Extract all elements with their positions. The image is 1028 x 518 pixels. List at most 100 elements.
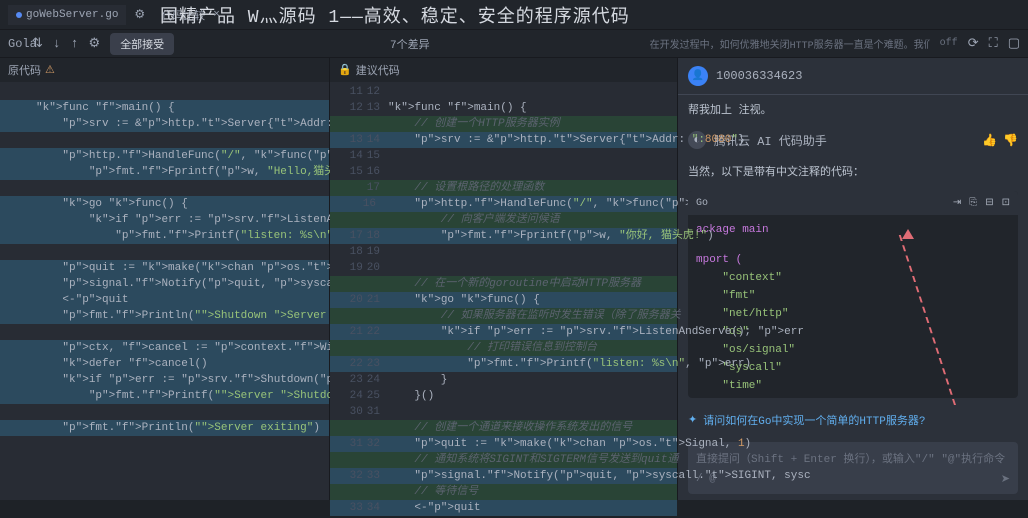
code-line: "p">quit := "k">make("k">chan "p">os."t"… [0, 260, 329, 276]
code-line: 2122 "k">if "p">err := "p">srv."f">Liste… [330, 324, 677, 340]
code-line: "p">fmt."f">Println("">Server exiting") [0, 420, 329, 436]
code-line: 1415 [330, 148, 677, 164]
maximize-icon[interactable]: ▢ [1008, 36, 1020, 51]
code-line: "net/http" [696, 305, 1010, 323]
code-line: // 在一个新的goroutine中启动HTTP服务器 [330, 276, 677, 292]
code-line: // 打印错误信息到控制台 [330, 340, 677, 356]
code-line: "context" [696, 269, 1010, 287]
gear-icon[interactable]: ⚙ [134, 7, 145, 22]
apply-icon[interactable]: ⊡ [1002, 197, 1010, 209]
original-header: 原代码 ⚠ [0, 58, 329, 82]
user-header: 👤 100036334623 [678, 58, 1028, 95]
code-line: mport ( [696, 251, 1010, 269]
thumbs-up-icon[interactable]: 👍 [982, 133, 997, 148]
code-line: "k">go "k">func() { [0, 196, 329, 212]
code-line: // 创建一个HTTP服务器实例 [330, 116, 677, 132]
code-line: "k">if "p">err := "p">srv."f">ListenAndS… [0, 212, 329, 228]
sparkle-icon: ✦ [688, 413, 697, 427]
code-line: 1516 [330, 164, 677, 180]
copy-icon[interactable]: ⎘ [969, 197, 977, 209]
code-line: "k">func "f">main() { [0, 100, 329, 116]
thumbs-down-icon[interactable]: 👎 [1003, 133, 1018, 148]
expand-icon[interactable]: ⛶ [989, 36, 998, 51]
original-label: 原代码 [8, 62, 41, 78]
lock-icon: 🔒 [338, 63, 352, 77]
context-text: 在开发过程中，如何优雅地关闭HTTP服务器一直是个难题。我们需要一种... [650, 36, 930, 52]
code-line: // 如果服务器在监听时发生错误（除了服务器关 [330, 308, 677, 324]
code-line: "p">fmt."f">Fprintf("p">w, "Hello,猫头虎!") [0, 164, 329, 180]
main-area: 原代码 ⚠ "k">func "f">main() { "p">srv := &… [0, 58, 1028, 500]
warning-icon: ⚠ [45, 63, 55, 77]
ai-panel: 👤 100036334623 帮我加上 注视。 ◐ 腾讯云 AI 代码助手 👍 … [678, 58, 1028, 500]
user-id: 100036334623 [716, 69, 802, 83]
code-line: 17 // 设置根路径的处理函数 [330, 180, 677, 196]
code-line: // 等待信号 [330, 484, 677, 500]
code-line: "p">signal."f">Notify("p">quit, "p">sysc… [0, 276, 329, 292]
code-line: 2223 "p">fmt."f">Printf("listen: %s\n", … [330, 356, 677, 372]
code-line: 3031 [330, 404, 677, 420]
diff-icon[interactable]: ⊟ [985, 197, 993, 209]
code-line: 2324 } [330, 372, 677, 388]
code-line: 1920 [330, 260, 677, 276]
off-label: off [940, 38, 958, 49]
code-line: "p">fmt."f">Printf("listen: %s\n", "p">e… [0, 228, 329, 244]
gutter-label: Gola [8, 37, 22, 51]
code-line: 2425 }() [330, 388, 677, 404]
arrow-down-icon[interactable]: ↓ [53, 36, 61, 51]
code-line: // 通知系统将SIGINT和SIGTERM信号发送到quit通 [330, 452, 677, 468]
code-line: "k">if "p">err := "p">srv."f">Shutdown("… [0, 372, 329, 388]
code-line: 1213"k">func "f">main() { [330, 100, 677, 116]
code-line: 2021 "k">go "k">func() { [330, 292, 677, 308]
code-block-header: Go ⇥ ⎘ ⊟ ⊡ [688, 191, 1018, 215]
suggestion-text: 请问如何在Go中实现一个简单的HTTP服务器? [703, 412, 925, 428]
insert-icon[interactable]: ⇥ [953, 197, 961, 209]
code-line: "p">fmt."f">Println("">Shutdown ">Server… [0, 308, 329, 324]
settings-icon[interactable]: ⚙ [89, 36, 101, 51]
suggestion-link[interactable]: ✦ 请问如何在Go中实现一个简单的HTTP服务器? [678, 404, 1028, 436]
code-line [0, 132, 329, 148]
modified-dot-icon [16, 12, 22, 18]
page-headline: 国精产品 W灬源码 1——高效、稳定、安全的程序源代码 [160, 2, 630, 28]
code-line: "p">fmt."f">Printf("">Server ">Shutdown:… [0, 388, 329, 404]
code-line: 16 "p">http."f">HandleFunc("/", "k">func… [330, 196, 677, 212]
accept-all-button[interactable]: 全部接受 [110, 33, 174, 55]
code-line: 1112 [330, 84, 677, 100]
user-message: 帮我加上 注视。 [678, 95, 1028, 123]
code-line: "time" [696, 377, 1010, 395]
suggested-pane: 🔒 建议代码 11121213"k">func "f">main() { // … [330, 58, 678, 500]
code-line [0, 244, 329, 260]
code-line: 1314 "p">srv := &"p">http."t">Server{"t"… [330, 132, 677, 148]
code-line: 3233 "p">signal."f">Notify("p">quit, "p"… [330, 468, 677, 484]
send-icon[interactable]: ➤ [1001, 472, 1010, 486]
toolbar: Gola ⇅ ↓ ↑ ⚙ 全部接受 7个差异 在开发过程中，如何优雅地关闭HTT… [0, 30, 1028, 58]
code-line [0, 404, 329, 420]
original-code[interactable]: "k">func "f">main() { "p">srv := &"p">ht… [0, 82, 329, 438]
suggested-label: 建议代码 [356, 62, 400, 78]
suggested-code[interactable]: 11121213"k">func "f">main() { // 创建一个HTT… [330, 82, 677, 518]
code-line: "os/signal" [696, 341, 1010, 359]
code-line: 1819 [330, 244, 677, 260]
code-line [0, 180, 329, 196]
code-line: "p">ctx, "f">cancel := "p">context."f">W… [0, 340, 329, 356]
collapse-icon[interactable]: ⇅ [32, 36, 43, 51]
code-line: // 向客户端发送问候语 [330, 212, 677, 228]
code-line: "fmt" [696, 287, 1010, 305]
code-line: 1718 "p">fmt."f">Fprintf("p">w, "你好, 猫头虎… [330, 228, 677, 244]
code-line: // 创建一个通道来接收操作系统发出的信号 [330, 420, 677, 436]
code-line: ackage main [696, 221, 1010, 239]
code-line: "p">srv := &"p">http."t">Server{"t">Addr… [0, 116, 329, 132]
refresh-icon[interactable]: ⟳ [968, 36, 979, 51]
arrow-up-icon[interactable]: ↑ [71, 36, 79, 51]
placeholder-text: 直接提问（Shift + Enter 换行），或输入"/" "@"执行命令 [696, 450, 1010, 466]
file-tab-label: goWebServer.go [26, 9, 118, 21]
code-line [0, 84, 329, 100]
diff-count: 7个差异 [390, 36, 430, 52]
code-line: "k">defer "f">cancel() [0, 356, 329, 372]
lang-label: Go [696, 198, 708, 209]
code-line: 3334 <-"p">quit [330, 500, 677, 516]
code-block-body[interactable]: ackage main mport ( "context" "fmt" "net… [688, 215, 1018, 398]
file-tab[interactable]: goWebServer.go [8, 5, 126, 25]
user-avatar-icon: 👤 [688, 66, 708, 86]
code-line: "p">http."f">HandleFunc("/", "k">func("p… [0, 148, 329, 164]
code-line: <-"p">quit [0, 292, 329, 308]
